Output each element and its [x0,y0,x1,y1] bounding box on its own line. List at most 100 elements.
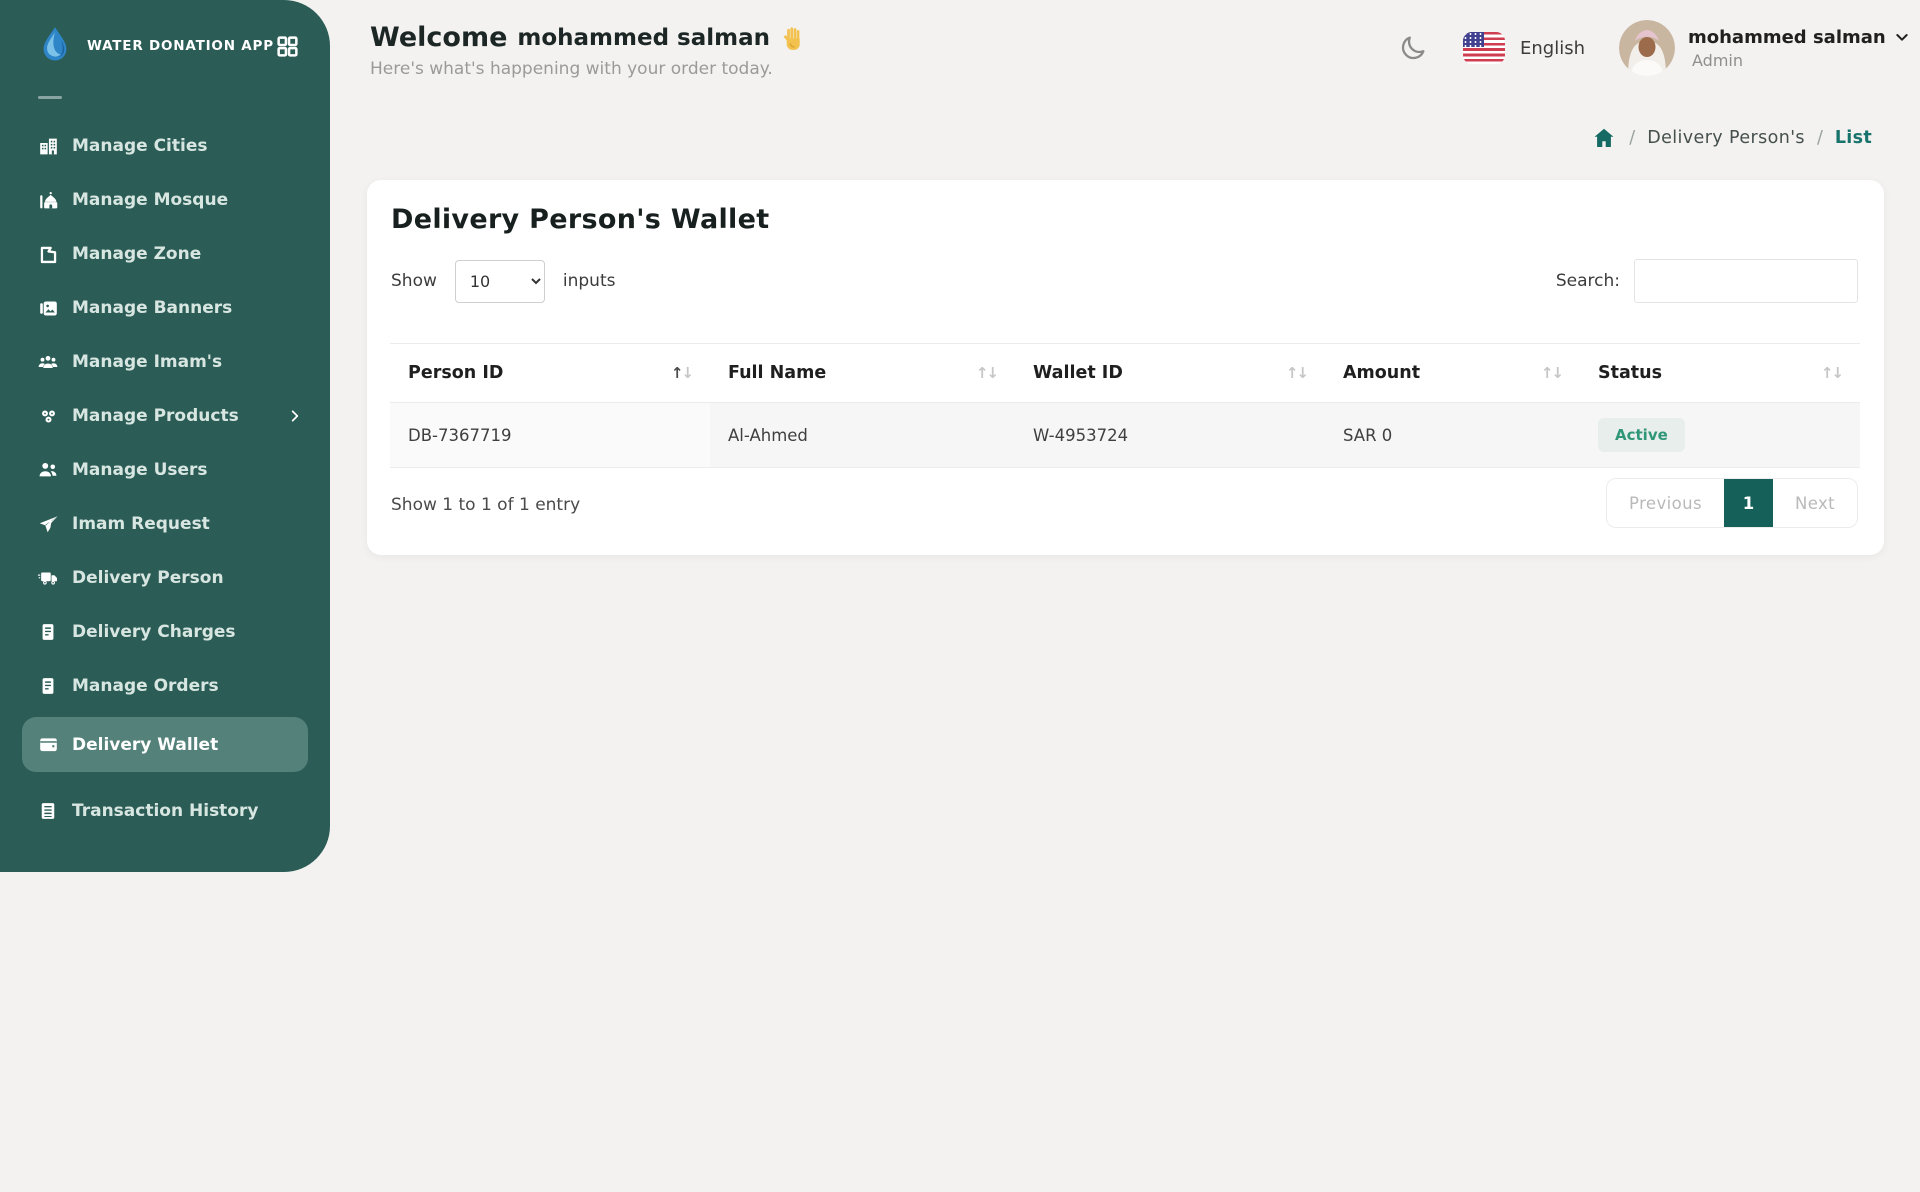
wallet-icon [37,734,59,756]
page-length-select[interactable]: 10 [455,260,545,303]
sidebar-divider [38,96,62,99]
banner-icon [37,297,59,319]
pagination: Previous 1 Next [1606,478,1858,528]
sidebar-item-label: Imam Request [72,514,210,534]
inputs-label: inputs [563,271,616,291]
city-icon [37,135,59,157]
chevron-right-icon [288,409,302,423]
cell-full-name: Al-Ahmed [710,403,1015,468]
sidebar-nav: Manage Cities Manage Mosque Manage Zone … [0,119,330,838]
sidebar-item-manage-mosque[interactable]: Manage Mosque [0,173,330,227]
sidebar-item-manage-orders[interactable]: Manage Orders [0,659,330,713]
sidebar-item-delivery-person[interactable]: Delivery Person [0,551,330,605]
language-selector[interactable]: English [1463,32,1585,64]
profile-menu[interactable]: mohammed salman Admin [1619,20,1910,76]
sort-icon: ↑↓ [1286,364,1307,382]
waving-hand-icon [780,25,806,51]
sidebar-toggle-grid-icon[interactable] [275,34,300,59]
zone-icon [37,243,59,265]
sort-icon: ↑↓ [671,364,692,382]
show-label: Show [391,271,437,291]
sidebar-item-label: Manage Banners [72,298,232,318]
search-label: Search: [1556,271,1620,291]
column-header-amount[interactable]: Amount↑↓ [1325,344,1580,403]
column-header-wallet-id[interactable]: Wallet ID↑↓ [1015,344,1325,403]
language-label: English [1520,38,1585,59]
column-header-status[interactable]: Status↑↓ [1580,344,1860,403]
wallet-table: Person ID↑↓ Full Name↑↓ Wallet ID↑↓ Amou… [390,343,1860,468]
sidebar-item-label: Manage Imam's [72,352,222,372]
users-icon [37,459,59,481]
sidebar-item-label: Delivery Charges [72,622,236,642]
app-title: WATER DONATION APP [87,38,274,54]
cell-status: Active [1580,403,1860,468]
us-flag-icon [1463,32,1505,64]
paper-plane-icon [37,513,59,535]
search-control: Search: [1556,259,1858,303]
avatar [1619,20,1675,76]
sidebar-item-delivery-wallet[interactable]: Delivery Wallet [22,717,308,772]
sidebar-item-label: Manage Zone [72,244,201,264]
page-number-button[interactable]: 1 [1724,479,1773,527]
imams-group-icon [37,351,59,373]
profile-text: mohammed salman Admin [1688,27,1910,70]
card-title: Delivery Person's Wallet [391,204,769,235]
status-badge: Active [1598,418,1685,452]
welcome-user-name: mohammed salman [517,25,770,51]
search-input[interactable] [1634,259,1858,303]
orders-file-icon [37,675,59,697]
sort-icon: ↑↓ [1821,364,1842,382]
invoice-icon [37,621,59,643]
sidebar-item-manage-cities[interactable]: Manage Cities [0,119,330,173]
sidebar-item-manage-zone[interactable]: Manage Zone [0,227,330,281]
sidebar-item-imam-request[interactable]: Imam Request [0,497,330,551]
table-row: DB-7367719 Al-Ahmed W-4953724 SAR 0 Acti… [390,403,1860,468]
sidebar-item-manage-products[interactable]: Manage Products [0,389,330,443]
water-drop-logo-icon [37,25,73,67]
moon-icon [1397,32,1429,64]
breadcrumb-separator: / [1817,128,1823,148]
welcome-block: Welcome mohammed salman Here's what's ha… [370,22,806,79]
sidebar-item-manage-users[interactable]: Manage Users [0,443,330,497]
home-icon[interactable] [1591,126,1617,150]
column-header-full-name[interactable]: Full Name↑↓ [710,344,1015,403]
delivery-truck-icon [37,567,59,589]
sidebar-item-label: Manage Products [72,406,239,426]
sidebar-item-label: Manage Users [72,460,208,480]
sidebar-item-label: Delivery Wallet [72,735,218,755]
welcome-title: Welcome [370,22,507,53]
breadcrumb-separator: / [1629,128,1635,148]
chevron-down-icon [1894,29,1910,45]
column-header-person-id[interactable]: Person ID↑↓ [390,344,710,403]
profile-role: Admin [1692,51,1910,70]
breadcrumb-current[interactable]: List [1835,128,1872,148]
sidebar-item-manage-banners[interactable]: Manage Banners [0,281,330,335]
sidebar-item-transaction-history[interactable]: Transaction History [0,784,330,838]
table-header-row: Person ID↑↓ Full Name↑↓ Wallet ID↑↓ Amou… [390,344,1860,403]
breadcrumb: / Delivery Person's / List [1591,126,1872,150]
profile-name: mohammed salman [1688,27,1886,48]
app-logo-row: WATER DONATION APP [37,22,300,70]
sidebar-item-label: Manage Cities [72,136,208,156]
sidebar-item-manage-imams[interactable]: Manage Imam's [0,335,330,389]
sidebar-item-label: Delivery Person [72,568,224,588]
sidebar-item-label: Manage Mosque [72,190,228,210]
mosque-icon [37,189,59,211]
table-info: Show 1 to 1 of 1 entry [391,495,580,515]
breadcrumb-section: Delivery Person's [1647,128,1805,148]
products-icon [37,405,59,427]
sidebar-item-delivery-charges[interactable]: Delivery Charges [0,605,330,659]
dark-mode-toggle[interactable] [1395,30,1431,66]
sort-icon: ↑↓ [976,364,997,382]
sidebar-item-label: Manage Orders [72,676,219,696]
previous-page-button[interactable]: Previous [1607,479,1724,527]
sidebar: WATER DONATION APP Manage Cities Manage … [0,0,330,872]
welcome-subtitle: Here's what's happening with your order … [370,59,806,79]
cell-person-id: DB-7367719 [390,403,710,468]
history-book-icon [37,800,59,822]
sidebar-item-label: Transaction History [72,801,258,821]
next-page-button[interactable]: Next [1773,479,1857,527]
cell-amount: SAR 0 [1325,403,1580,468]
wallet-card: Delivery Person's Wallet Show 10 inputs … [367,180,1884,555]
page-length-control: Show 10 inputs [391,259,615,303]
